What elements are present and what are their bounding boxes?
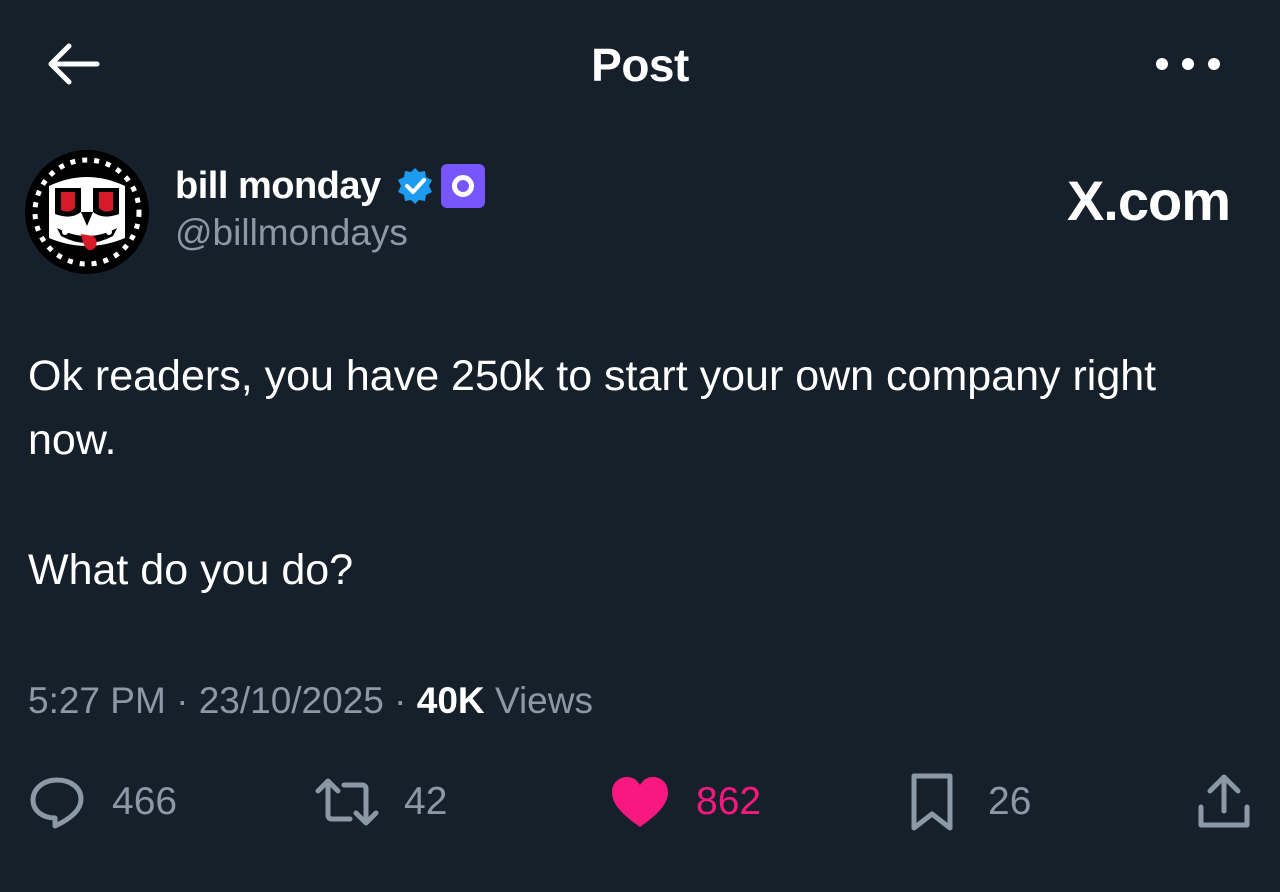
views-count[interactable]: 40K xyxy=(417,680,485,721)
site-label: X.com xyxy=(1066,169,1231,232)
bookmark-button[interactable]: 26 xyxy=(908,770,1031,834)
more-dot xyxy=(1208,58,1220,70)
author-name[interactable]: bill monday xyxy=(175,165,381,208)
views-label[interactable]: Views xyxy=(495,680,593,721)
repost-icon xyxy=(315,778,379,826)
affiliate-badge-icon[interactable] xyxy=(440,164,485,208)
tiki-face-avatar-icon xyxy=(25,150,149,274)
like-count: 862 xyxy=(696,780,762,823)
affiliate-ring-icon xyxy=(451,175,474,197)
reply-button[interactable]: 466 xyxy=(28,770,177,834)
verified-badge-icon[interactable] xyxy=(395,166,435,206)
more-dot xyxy=(1182,58,1194,70)
post-page: Post bill monday @billmondays X.com Ok r… xyxy=(0,0,1280,892)
bookmark-icon xyxy=(911,773,953,831)
heart-filled-icon xyxy=(612,777,668,827)
reply-icon xyxy=(30,777,84,829)
repost-button[interactable]: 42 xyxy=(314,770,447,834)
post-meta: 5:27 PM · 23/10/2025 · 40K Views xyxy=(28,680,593,722)
more-options-button[interactable] xyxy=(1156,52,1220,76)
meta-separator: · xyxy=(176,680,189,721)
author-name-row: bill monday xyxy=(175,162,485,210)
post-date[interactable]: 23/10/2025 xyxy=(199,680,384,721)
more-dots-icon xyxy=(1156,58,1168,70)
reply-count: 466 xyxy=(112,780,178,823)
bookmark-count: 26 xyxy=(988,780,1032,823)
author-handle[interactable]: @billmondays xyxy=(175,212,408,254)
post-paragraph: What do you do? xyxy=(28,546,354,594)
post-paragraph: Ok readers, you have 250k to start your … xyxy=(28,352,1157,464)
share-button[interactable] xyxy=(1196,770,1252,834)
post-actions: 466 42 862 26 xyxy=(0,770,1280,834)
share-icon xyxy=(1198,774,1250,828)
avatar[interactable] xyxy=(25,150,149,274)
post-time[interactable]: 5:27 PM xyxy=(28,680,166,721)
post-text: Ok readers, you have 250k to start your … xyxy=(28,344,1248,602)
page-title: Post xyxy=(591,39,689,91)
like-button[interactable]: 862 xyxy=(610,770,761,834)
meta-separator: · xyxy=(394,680,407,721)
repost-count: 42 xyxy=(404,780,448,823)
